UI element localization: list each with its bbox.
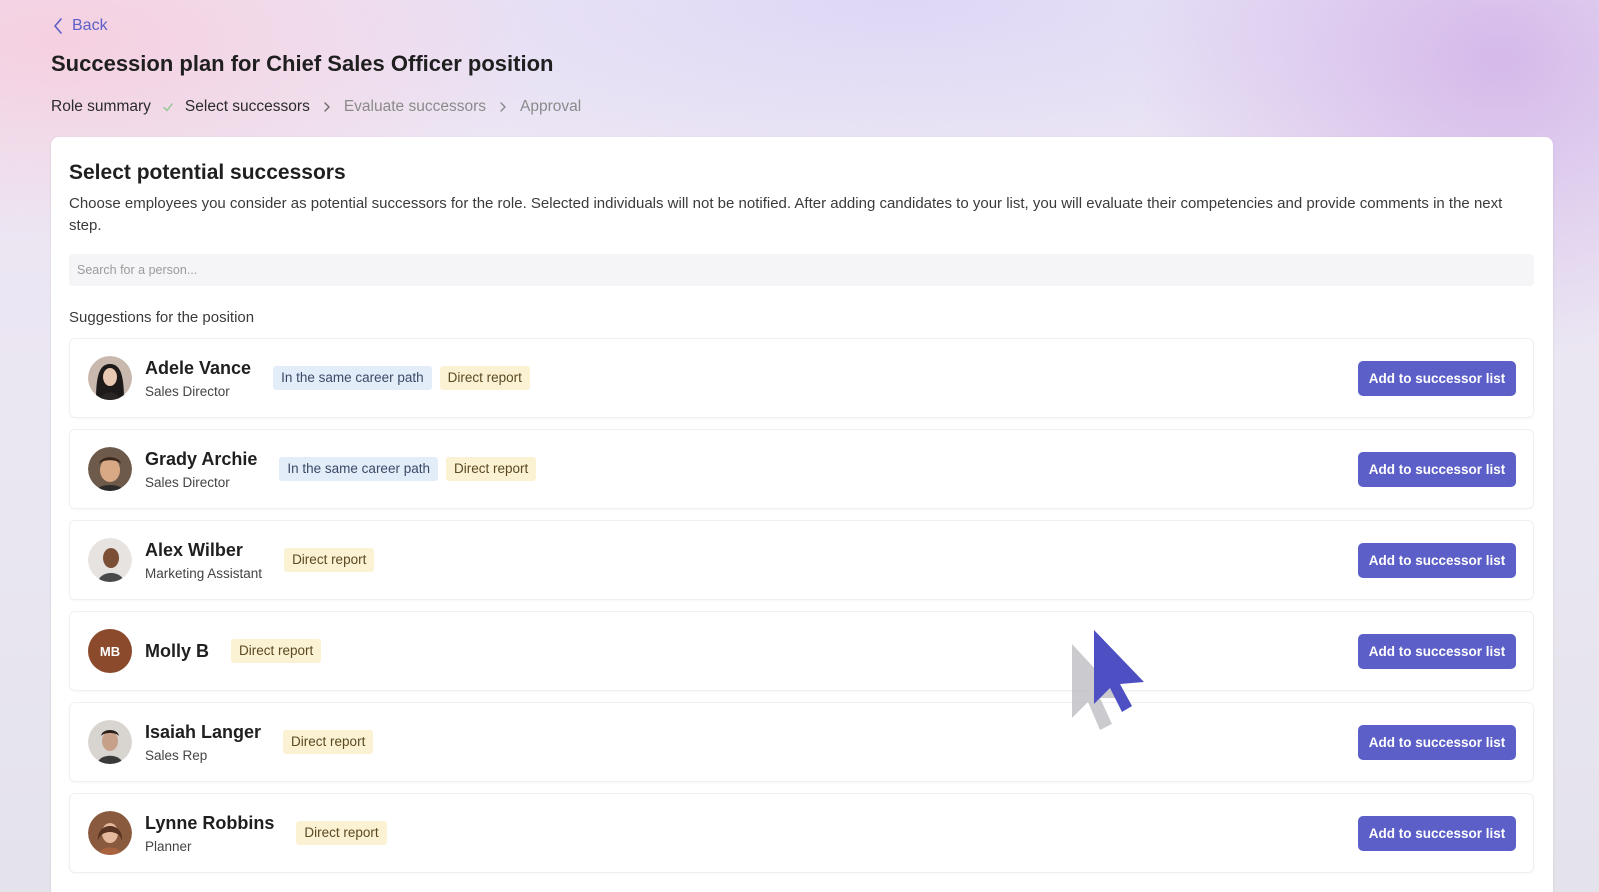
add-to-successor-list-button[interactable]: Add to successor list: [1358, 724, 1516, 760]
suggestions-label: Suggestions for the position: [69, 309, 255, 326]
page-title: Succession plan for Chief Sales Officer …: [51, 51, 554, 76]
tag-direct-report: Direct report: [445, 457, 537, 481]
chevron-left-icon: [54, 18, 62, 34]
check-icon: [163, 101, 173, 113]
add-to-successor-list-button[interactable]: Add to successor list: [1358, 542, 1516, 578]
step-evaluate-successors[interactable]: Evaluate successors: [344, 98, 486, 116]
chevron-right-icon: [322, 101, 332, 113]
avatar: [88, 811, 132, 855]
person-role: Marketing Assistant: [145, 565, 263, 581]
person-role: Planner: [145, 838, 192, 854]
list-item: MB Molly B Direct report Add to successo…: [69, 611, 1534, 691]
select-successors-card: Select potential successors Choose emplo…: [51, 137, 1553, 892]
tag-direct-report: Direct report: [283, 730, 374, 754]
list-item: Lynne Robbins Planner Direct report Add …: [69, 793, 1534, 873]
list-item: Grady Archie Sales Director In the same …: [69, 429, 1534, 509]
back-label: Back: [72, 17, 108, 34]
list-item: Isaiah Langer Sales Rep Direct report Ad…: [69, 702, 1534, 782]
card-description: Choose employees you consider as potenti…: [69, 195, 1503, 234]
card-title: Select potential successors: [69, 161, 346, 184]
step-select-successors[interactable]: Select successors: [185, 98, 310, 116]
person-name: Lynne Robbins: [145, 812, 275, 833]
add-to-successor-list-button[interactable]: Add to successor list: [1358, 815, 1516, 851]
person-role: Sales Director: [145, 383, 230, 399]
avatar: [88, 538, 132, 582]
list-item: Adele Vance Sales Director In the same c…: [69, 338, 1534, 418]
add-to-successor-list-button[interactable]: Add to successor list: [1358, 360, 1516, 396]
person-name: Isaiah Langer: [145, 721, 262, 742]
chevron-right-icon: [498, 101, 508, 113]
list-item: Alex Wilber Marketing Assistant Direct r…: [69, 520, 1534, 600]
back-link[interactable]: Back: [52, 17, 108, 35]
step-role-summary[interactable]: Role summary: [51, 98, 151, 116]
tag-direct-report: Direct report: [439, 366, 530, 390]
person-search-input[interactable]: [69, 254, 1534, 286]
step-approval[interactable]: Approval: [520, 98, 581, 116]
avatar-initials: MB: [88, 629, 132, 673]
tag-direct-report: Direct report: [231, 639, 322, 663]
stepper: Role summary Select successors Evaluate …: [51, 98, 581, 116]
suggestions-list: Adele Vance Sales Director In the same c…: [69, 338, 1534, 884]
add-to-successor-list-button[interactable]: Add to successor list: [1358, 451, 1516, 487]
add-to-successor-list-button[interactable]: Add to successor list: [1358, 633, 1516, 669]
person-role: Sales Director: [145, 474, 230, 490]
person-name: Grady Archie: [145, 448, 258, 469]
tag-career-path: In the same career path: [273, 366, 432, 390]
tag-direct-report: Direct report: [284, 548, 375, 572]
person-name: Adele Vance: [145, 357, 252, 378]
avatar: [88, 447, 132, 491]
avatar: [88, 720, 132, 764]
avatar: [88, 356, 132, 400]
person-name: Molly B: [145, 640, 210, 661]
person-role: Sales Rep: [145, 747, 208, 763]
person-name: Alex Wilber: [145, 539, 243, 560]
tag-career-path: In the same career path: [279, 457, 438, 481]
tag-direct-report: Direct report: [296, 821, 387, 845]
